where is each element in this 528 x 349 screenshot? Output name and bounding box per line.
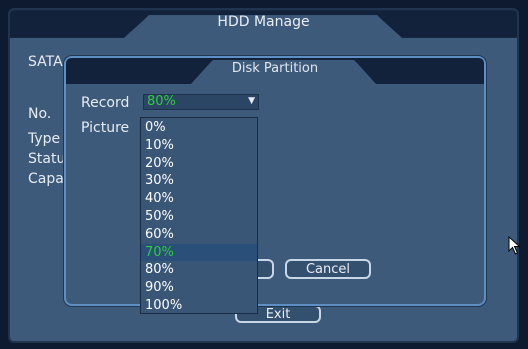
record-dropdown-list: 0% 10% 20% 30% 40% 50% 60% 70% 80% 90% 1… [140, 117, 258, 314]
record-select[interactable]: 80% ▼ [143, 94, 259, 110]
sata-label: SATA [28, 54, 63, 70]
dropdown-option[interactable]: 10% [141, 137, 257, 155]
disk-partition-title: Disk Partition [231, 61, 319, 76]
hdd-type-label: Type [28, 131, 61, 147]
record-label: Record [81, 95, 130, 111]
dropdown-option[interactable]: 50% [141, 208, 257, 226]
hdd-status-label: Statu [28, 151, 66, 167]
chevron-down-icon: ▼ [248, 96, 255, 106]
dropdown-option[interactable]: 20% [141, 155, 257, 173]
dropdown-option[interactable]: 30% [141, 172, 257, 190]
dropdown-option[interactable]: 0% [141, 119, 257, 137]
record-select-value: 80% [147, 94, 176, 109]
disk-partition-dialog: Disk Partition Record 80% ▼ Picture Canc… [64, 56, 486, 306]
dropdown-option-highlighted[interactable]: 70% [141, 243, 257, 262]
mouse-pointer-icon [508, 236, 521, 255]
dropdown-option[interactable]: 80% [141, 261, 257, 279]
dropdown-option[interactable]: 90% [141, 279, 257, 297]
ok-button[interactable] [256, 259, 274, 279]
dropdown-option[interactable]: 60% [141, 226, 257, 244]
hdd-manage-title: HDD Manage [217, 14, 310, 30]
hdd-capacity-label: Capa [28, 171, 64, 187]
dropdown-option[interactable]: 40% [141, 190, 257, 208]
picture-label: Picture [81, 120, 130, 136]
hdd-no-label: No. [28, 106, 52, 122]
dropdown-option[interactable]: 100% [141, 297, 257, 315]
cancel-button[interactable]: Cancel [285, 259, 371, 279]
